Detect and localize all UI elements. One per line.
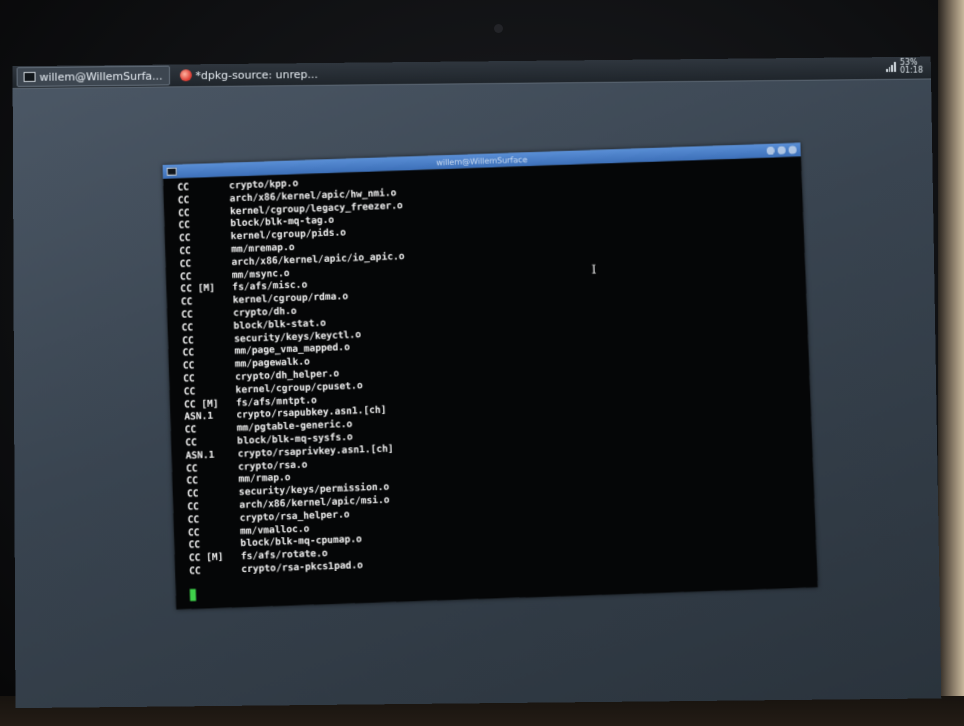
build-path: fs/afs/misc.o [232,279,308,294]
system-tray[interactable]: 53% 01:18 [885,58,923,75]
build-path: mm/vmalloc.o [239,523,310,537]
text-cursor-ibeam-icon: I [591,262,597,277]
build-path: crypto/rsa.o [237,458,308,473]
build-path: kernel/cgroup/pids.o [230,227,347,243]
task-label: willem@WillemSurfa... [39,69,163,84]
build-path: crypto/kpp.o [228,178,299,192]
task-dpkg-source[interactable]: *dpkg-source: unrep... [173,65,324,84]
build-path: block/blk-stat.o [233,317,327,332]
terminal-cursor [189,588,197,602]
clock: 01:18 [899,65,923,75]
build-path: crypto/dh.o [232,305,297,319]
package-warning-icon [179,69,192,82]
desktop-screen: willem@WillemSurfa... *dpkg-source: unre… [12,56,942,709]
signal-icon [885,61,896,72]
close-button[interactable] [788,145,797,155]
task-terminal[interactable]: willem@WillemSurfa... [16,65,170,88]
build-path: fs/afs/mntpt.o [235,394,318,409]
build-path: mm/rmap.o [238,472,291,486]
build-path: fs/afs/rotate.o [240,548,328,563]
terminal-icon [23,71,36,82]
minimize-button[interactable] [766,146,775,155]
maximize-button[interactable] [777,146,786,155]
terminal-window[interactable]: willem@WillemSurface I CC crypto/kpp.o CC a… [162,142,818,610]
build-path: mm/pagewalk.o [234,356,311,370]
front-camera [494,24,503,33]
build-tag: CC [189,565,201,577]
build-path: mm/mremap.o [230,241,295,256]
build-path: mm/msync.o [231,267,290,281]
task-label: *dpkg-source: unrep... [195,67,318,82]
terminal-output[interactable]: I CC crypto/kpp.o CC arch/x86/kernel/apic/h… [163,156,818,610]
background-frame [938,0,964,726]
